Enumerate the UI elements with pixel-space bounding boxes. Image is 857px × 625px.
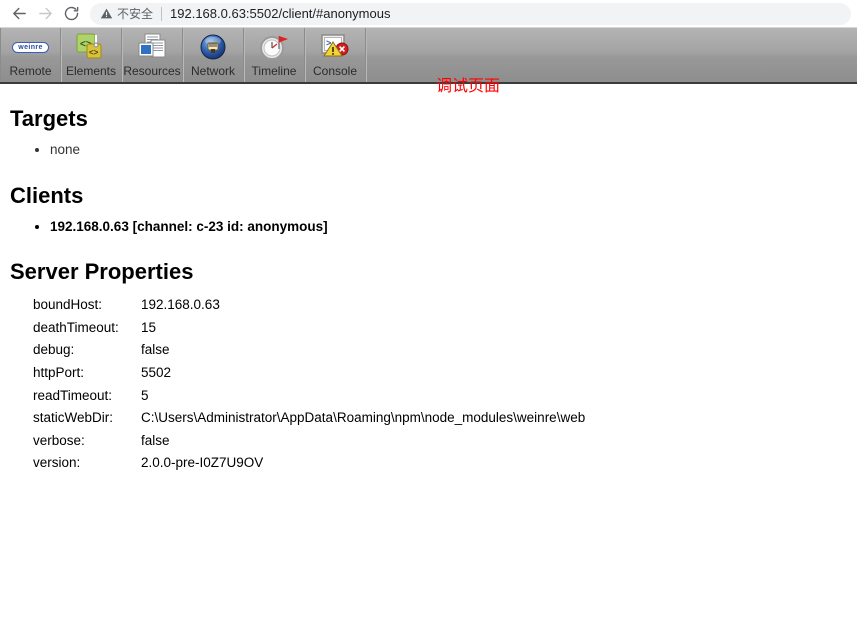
clients-list: 192.168.0.63 [channel: c-23 id: anonymou… [10,217,847,237]
tab-network[interactable]: Network [183,28,244,82]
tab-elements-label: Elements [65,64,117,78]
arrow-right-icon [38,7,52,20]
reload-icon [64,6,78,21]
svg-text:<>: <> [89,48,99,57]
table-row: staticWebDir: C:\Users\Administrator\App… [33,407,585,430]
clients-heading: Clients [10,182,84,208]
tab-network-label: Network [190,64,235,78]
security-indicator[interactable]: 不安全 [100,5,153,22]
table-row: version: 2.0.0-pre-I0Z7U9OV [33,452,585,475]
property-key: boundHost: [33,297,103,313]
weinre-logo-icon: weinre [12,32,49,62]
server-properties-table: boundHost: 192.168.0.63 deathTimeout: 15… [33,294,585,474]
tab-timeline[interactable]: Timeline [244,28,305,82]
arrow-left-icon [12,7,26,20]
table-row: deathTimeout: 15 [33,317,585,340]
tab-console-label: Console [312,64,358,78]
back-button[interactable] [6,1,32,27]
targets-list: none [10,140,847,160]
property-value: 2.0.0-pre-I0Z7U9OV [141,455,264,471]
property-key: version: [33,455,81,471]
tab-resources-label: Resources [123,64,181,78]
tab-remote-label: Remote [9,64,52,78]
browser-toolbar: 不安全 192.168.0.63:5502/client/#anonymous [0,0,857,28]
timeline-icon [257,32,291,62]
tab-resources[interactable]: Resources [122,28,183,82]
page-content: Targets none Clients 192.168.0.63 [chann… [0,106,857,475]
property-key: verbose: [33,432,85,448]
property-value: 192.168.0.63 [141,297,220,313]
table-row: httpPort: 5502 [33,362,585,385]
console-icon: >_ [318,32,352,62]
weinre-logo-text: weinre [12,41,49,53]
reload-button[interactable] [58,1,84,27]
property-key: readTimeout: [33,387,113,403]
forward-button[interactable] [32,1,58,27]
property-key: deathTimeout: [33,319,119,335]
warning-triangle-icon [100,8,113,19]
omnibox-divider [161,6,163,21]
property-key: debug: [33,342,75,358]
weinre-toolbar: weinre Remote <> <> Elements Resources N… [0,28,857,95]
resources-icon [135,32,169,62]
tab-remote[interactable]: weinre Remote [0,28,61,82]
elements-icon: <> <> [74,32,108,62]
property-value: 15 [141,319,157,335]
address-bar[interactable]: 不安全 192.168.0.63:5502/client/#anonymous [90,2,851,25]
targets-heading: Targets [10,106,88,131]
property-key: staticWebDir: [33,410,114,426]
property-key: httpPort: [33,364,85,380]
debug-annotation: 调试页面 [436,78,501,95]
network-icon [196,32,230,62]
property-value: false [141,432,170,448]
table-row: debug: false [33,339,585,362]
security-label: 不安全 [117,7,154,21]
list-item: none [50,140,847,160]
property-value: C:\Users\Administrator\AppData\Roaming\n… [141,410,586,426]
tab-timeline-label: Timeline [251,64,297,78]
table-row: readTimeout: 5 [33,385,585,408]
tab-elements[interactable]: <> <> Elements [61,28,122,82]
property-value: false [141,342,170,358]
url-text: 192.168.0.63:5502/client/#anonymous [170,6,391,21]
table-row: verbose: false [33,430,585,453]
property-value: 5502 [141,364,172,380]
server-properties-heading: Server Properties [10,259,194,285]
tab-console[interactable]: >_ Console [305,28,366,82]
property-value: 5 [141,387,149,403]
table-row: boundHost: 192.168.0.63 [33,294,585,317]
list-item: 192.168.0.63 [channel: c-23 id: anonymou… [50,217,847,237]
